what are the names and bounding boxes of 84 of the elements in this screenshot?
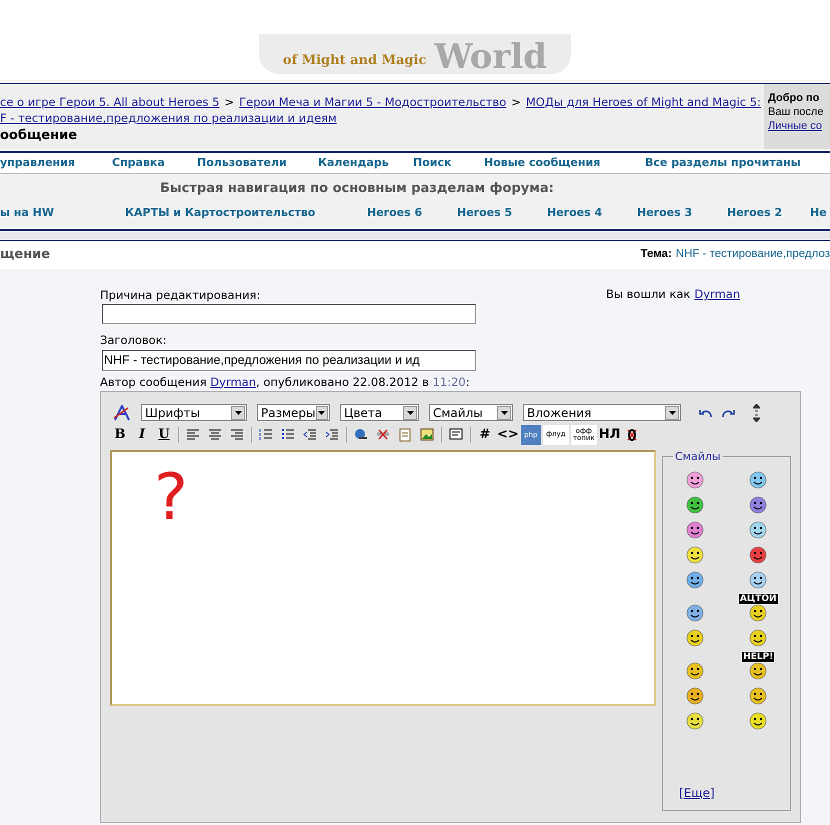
quick-nav-link[interactable]: Heroes 2 bbox=[727, 205, 782, 222]
smiley-icon[interactable] bbox=[749, 712, 768, 730]
smiley-icon[interactable] bbox=[686, 520, 704, 539]
nav-link[interactable]: Поиск bbox=[413, 154, 452, 172]
field-label: Заголовок: bbox=[100, 332, 167, 350]
bracket-text: [ bbox=[679, 784, 684, 802]
nav-link[interactable]: Справка bbox=[112, 154, 165, 172]
smiley-icon[interactable] bbox=[749, 496, 768, 514]
format-button[interactable]: <> bbox=[497, 424, 519, 445]
redo-icon[interactable] bbox=[721, 408, 735, 418]
smiley-icon[interactable] bbox=[686, 712, 704, 730]
smiley-icon[interactable] bbox=[749, 604, 768, 622]
smiley-icon[interactable] bbox=[686, 628, 704, 647]
smiley-icon[interactable] bbox=[749, 470, 768, 489]
logged-in-text: Вы вошли как bbox=[606, 286, 690, 303]
format-icon[interactable] bbox=[113, 404, 131, 421]
post-date: , опубликовано 22.08.2012 в bbox=[256, 374, 430, 390]
colon-text: : bbox=[466, 374, 470, 390]
format-button[interactable]: НЛ bbox=[598, 424, 620, 445]
logo-text: World bbox=[434, 40, 548, 74]
quick-nav-link[interactable]: Heroes 4 bbox=[547, 205, 602, 222]
quick-nav-link[interactable]: Heroes 3 bbox=[637, 205, 692, 222]
smiley-icon[interactable] bbox=[686, 496, 704, 514]
smiley-sign: HELP! bbox=[742, 652, 774, 662]
quick-nav-link[interactable]: ы на HW bbox=[0, 205, 54, 222]
smiley-icon[interactable] bbox=[686, 546, 704, 564]
dropdown[interactable]: Цвета bbox=[340, 404, 419, 422]
smiley-icon[interactable] bbox=[749, 686, 768, 705]
smiley-icon[interactable] bbox=[686, 570, 704, 589]
username-link[interactable]: Dyrman bbox=[694, 286, 740, 304]
logo-subtitle: of Might and Magic bbox=[282, 52, 426, 70]
smiley-icon[interactable] bbox=[749, 628, 768, 647]
nav-link[interactable]: Пользователи bbox=[197, 154, 287, 172]
dropdown[interactable]: Шрифты bbox=[141, 404, 247, 422]
more-smilies-link[interactable]: Еще bbox=[684, 784, 710, 802]
dropdown[interactable]: Размеры bbox=[257, 404, 330, 422]
field-label: Причина редактирования: bbox=[100, 287, 260, 304]
question-mark: ? bbox=[154, 466, 188, 530]
welcome-title: Добро по bbox=[768, 91, 820, 105]
smiley-icon[interactable] bbox=[749, 662, 768, 680]
nav-link[interactable]: Календарь bbox=[318, 154, 389, 172]
breadcrumb-separator: > bbox=[511, 94, 521, 110]
smiley-icon[interactable] bbox=[686, 470, 704, 489]
reason-field[interactable] bbox=[102, 304, 476, 324]
quick-nav-link[interactable]: Heroes 6 bbox=[367, 205, 422, 222]
smiley-icon[interactable] bbox=[749, 570, 768, 589]
title-field[interactable]: NHF - тестирование,предложения по реализации и ид bbox=[102, 350, 476, 370]
quick-nav-link[interactable]: Не bbox=[810, 205, 827, 222]
format-button[interactable]: # bbox=[475, 424, 495, 445]
message-textarea[interactable]: ? bbox=[110, 450, 656, 706]
quick-nav-link[interactable]: КАРТЫ и Картостроительство bbox=[125, 205, 316, 222]
italic-button[interactable]: I bbox=[132, 424, 152, 445]
topic-label: Тема: bbox=[640, 247, 672, 262]
resize-arrows-icon[interactable] bbox=[753, 404, 760, 422]
section-title: щение bbox=[0, 246, 50, 264]
dropdown[interactable]: Вложения bbox=[523, 404, 681, 422]
smiley-sign: АЦТОЙ bbox=[738, 594, 778, 604]
underline-button[interactable]: U bbox=[154, 424, 174, 445]
dropdown[interactable]: Смайлы bbox=[429, 404, 513, 422]
author-link[interactable]: Dyrman bbox=[210, 374, 256, 391]
smiley-icon[interactable] bbox=[686, 604, 704, 622]
undo-icon[interactable] bbox=[699, 408, 713, 418]
breadcrumb-link[interactable]: Герои Меча и Магии 5 - Модостроительство bbox=[239, 94, 506, 110]
breadcrumb-link[interactable]: F - тестирование,предложения по реализации и идеям bbox=[0, 110, 337, 126]
smiley-icon[interactable] bbox=[749, 520, 768, 539]
page-title: ообщение bbox=[0, 128, 78, 144]
topic-link[interactable]: NHF - тестирование,предлоз bbox=[676, 246, 830, 264]
nav-link[interactable]: управления bbox=[0, 154, 75, 172]
nav-link[interactable]: Все разделы прочитаны bbox=[645, 154, 801, 172]
breadcrumb-link[interactable]: се о игре Герои 5. All about Heroes 5 bbox=[0, 94, 220, 110]
bracket-text: ] bbox=[710, 784, 715, 802]
quick-nav-link[interactable]: Heroes 5 bbox=[457, 205, 512, 222]
quick-nav-title: Быстрая навигация по основным разделам форума: bbox=[160, 180, 554, 198]
author-label: Автор сообщения bbox=[100, 374, 208, 390]
nav-link[interactable]: Новые сообщения bbox=[484, 154, 600, 172]
smiley-icon[interactable] bbox=[686, 686, 704, 705]
smiley-icon[interactable] bbox=[686, 662, 704, 680]
private-messages-link[interactable]: Личные со bbox=[768, 119, 822, 133]
smiley-icon[interactable] bbox=[749, 546, 768, 564]
breadcrumb-link[interactable]: МОДы для Heroes of Might and Magic 5: bbox=[526, 94, 761, 110]
post-time: 11:20 bbox=[432, 374, 466, 390]
breadcrumb-separator: > bbox=[224, 94, 234, 110]
bold-button[interactable]: B bbox=[110, 424, 130, 445]
welcome-text: Ваш после bbox=[768, 105, 824, 119]
